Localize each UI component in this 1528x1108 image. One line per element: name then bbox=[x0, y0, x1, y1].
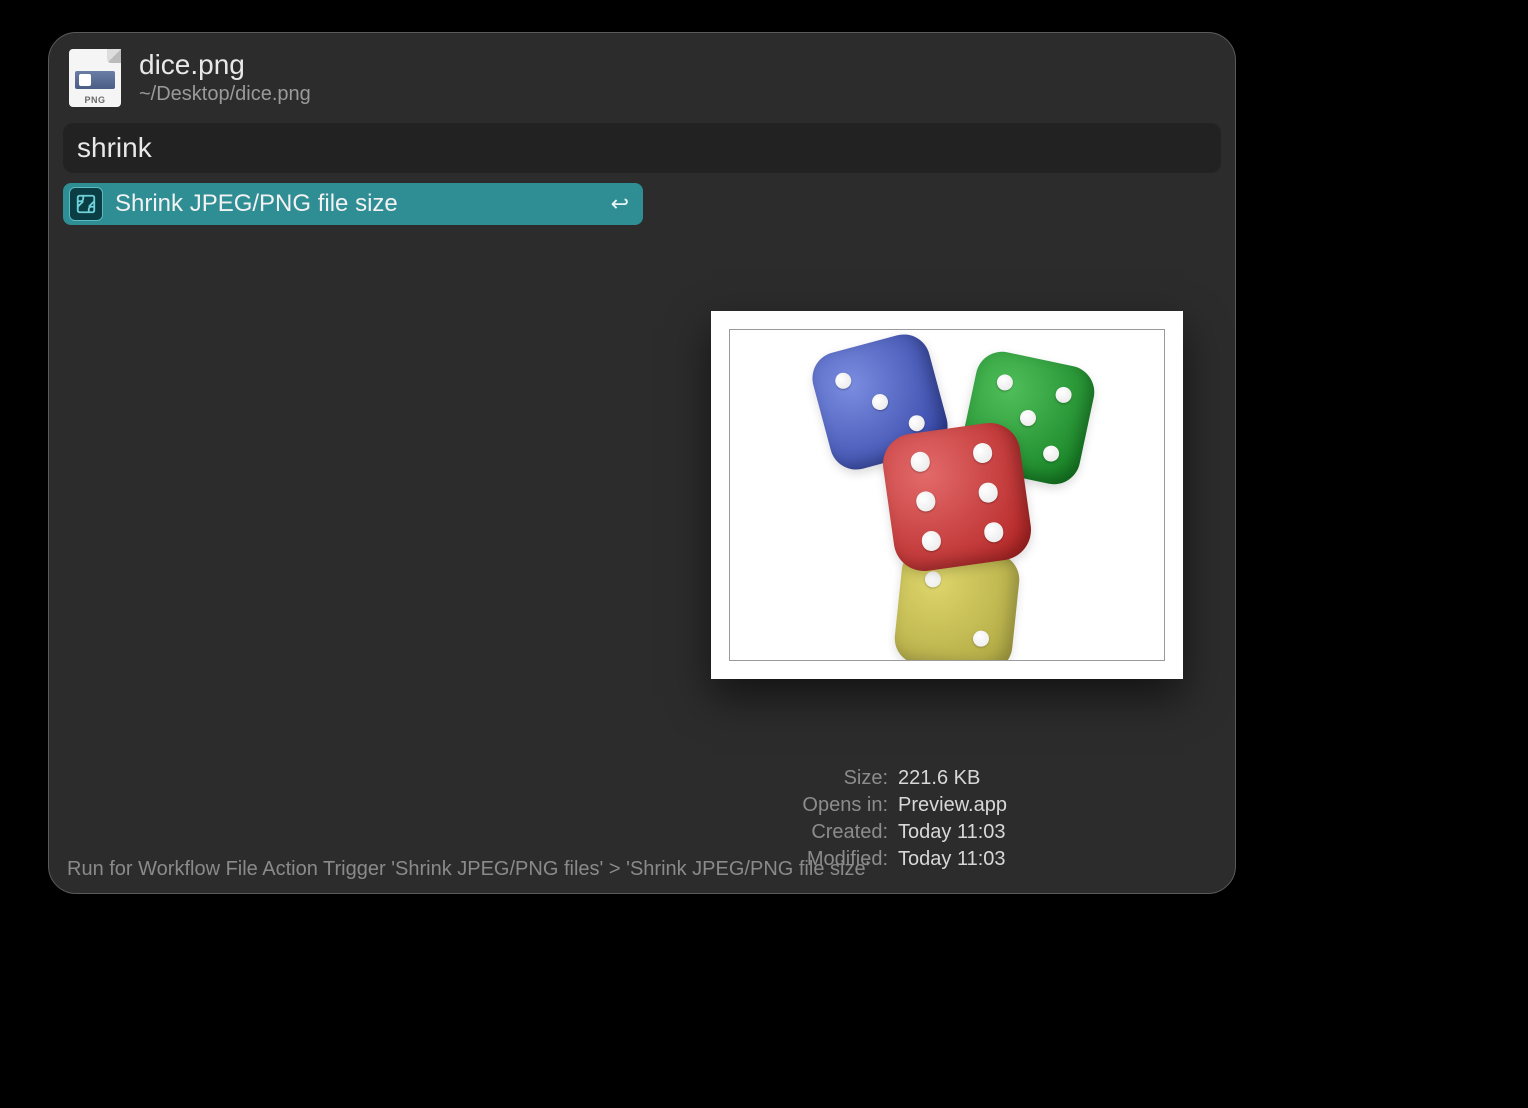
meta-created-label: Created: bbox=[802, 821, 888, 844]
meta-size-label: Size: bbox=[802, 767, 888, 790]
shrink-action-icon bbox=[69, 187, 103, 221]
meta-modified-value: Today 11:03 bbox=[898, 848, 1007, 871]
alfred-panel: PNG dice.png ~/Desktop/dice.png Shrink J… bbox=[48, 32, 1236, 894]
file-path: ~/Desktop/dice.png bbox=[139, 83, 311, 106]
meta-opens-value: Preview.app bbox=[898, 794, 1007, 817]
png-file-icon: PNG bbox=[69, 49, 121, 107]
image-preview-inner bbox=[729, 329, 1165, 661]
meta-size-value: 221.6 KB bbox=[898, 767, 1007, 790]
result-label: Shrink JPEG/PNG file size bbox=[115, 190, 599, 218]
file-title-block: dice.png ~/Desktop/dice.png bbox=[139, 50, 311, 106]
result-item-shrink[interactable]: Shrink JPEG/PNG file size ↩ bbox=[63, 183, 643, 225]
meta-opens-label: Opens in: bbox=[802, 794, 888, 817]
image-preview bbox=[711, 311, 1183, 679]
footer-hint: Run for Workflow File Action Trigger 'Sh… bbox=[67, 858, 869, 881]
file-icon-tag: PNG bbox=[69, 95, 121, 105]
search-field[interactable] bbox=[63, 123, 1221, 173]
file-metadata: Size: 221.6 KB Opens in: Preview.app Cre… bbox=[802, 767, 1007, 871]
file-header: PNG dice.png ~/Desktop/dice.png bbox=[63, 47, 1221, 115]
return-key-icon: ↩ bbox=[611, 191, 629, 217]
search-input[interactable] bbox=[77, 132, 1207, 164]
file-name: dice.png bbox=[139, 50, 311, 81]
die-red bbox=[879, 419, 1035, 575]
meta-created-value: Today 11:03 bbox=[898, 821, 1007, 844]
